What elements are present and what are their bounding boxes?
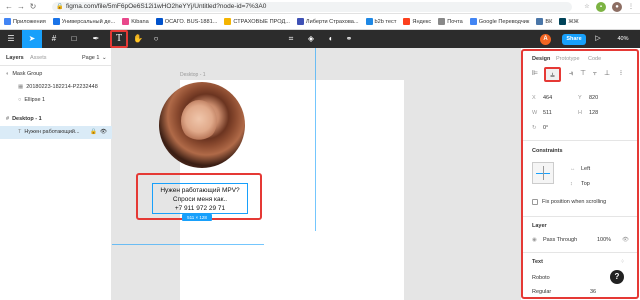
bookmark-item[interactable]: СТРАХОВЫЕ ПРОД... (224, 18, 290, 25)
layer-label: Desktop - 1 (12, 116, 42, 122)
tab-assets[interactable]: Assets (30, 54, 47, 62)
bookmark-item[interactable]: Либерти Страхова... (296, 18, 359, 25)
bookmarks-bar: Приложения Универсальный де... Kibana ОСАГО… (0, 14, 640, 30)
mask-icon: ◐ (6, 71, 10, 77)
zoom-level[interactable]: 40% (610, 30, 636, 48)
kibana-icon (122, 18, 130, 25)
bookmark-item[interactable]: Google Переводчик (469, 18, 530, 25)
share-button[interactable]: Share (562, 34, 586, 45)
lock-layer-icon[interactable]: 🔒 (90, 126, 97, 139)
site-icon (296, 18, 304, 25)
move-tool-icon[interactable]: ➤ (22, 30, 42, 48)
lock-icon: 🔒 (56, 4, 64, 10)
divider (0, 65, 112, 66)
image-icon: ▦ (18, 84, 24, 90)
figma-toolbar: ☰ ➤ # □ ✒ T ✋ ○ ⌗ ◈ ◐ ⚭ A Share ▷ 40% (0, 30, 640, 48)
bookmark-label: Либерти Страхова... (305, 18, 359, 25)
bookmark-label: b2b тест (374, 18, 397, 25)
text-line-3: +7 911 972 29 71 (174, 205, 226, 212)
guide-horizontal (112, 244, 264, 245)
hand-tool-icon[interactable]: ✋ (130, 30, 146, 48)
doc-icon (52, 18, 60, 25)
masked-photo[interactable] (159, 82, 245, 168)
back-arrow-icon[interactable]: ← (4, 2, 14, 12)
layer-label: 20180223-182214-P2232448 (26, 84, 98, 90)
site-icon (365, 18, 373, 25)
browser-address-bar: ← → ↻ figma.com/file/5mF6pOe6S12i1wHO2he… (0, 0, 640, 14)
present-play-icon[interactable]: ▷ (592, 30, 604, 48)
bookmark-label: ЖЖ (568, 18, 579, 25)
layer-label: Ellipse 1 (24, 97, 46, 103)
mail-icon (438, 18, 446, 25)
bookmark-item[interactable]: Приложения (4, 18, 46, 25)
apps-grid-icon (4, 18, 11, 25)
selected-text-layer[interactable]: Нужен работающий MPV? Спроси меня как.. … (152, 183, 248, 214)
text-tool-icon[interactable]: T (110, 30, 128, 48)
user-avatar[interactable]: A (540, 34, 551, 45)
chevron-down-icon[interactable]: ⌄ (102, 54, 107, 62)
translate-icon (469, 18, 477, 25)
bookmark-item[interactable]: Kibana (122, 18, 149, 25)
bookmark-label: Яндекс (412, 18, 432, 25)
main-menu-icon[interactable]: ☰ (2, 30, 20, 48)
visibility-eye-icon[interactable]: 👁 (100, 126, 107, 139)
layer-row[interactable]: ◐ Mask Group (0, 68, 112, 81)
photo-face (181, 100, 217, 142)
bookmark-label: ВК (545, 18, 553, 25)
bookmark-label: СТРАХОВЫЕ ПРОД... (233, 18, 290, 25)
lj-icon (559, 18, 567, 25)
reload-icon[interactable]: ↻ (28, 2, 38, 12)
guide-vertical (315, 48, 316, 231)
vk-icon (536, 18, 544, 25)
text-line-1: Нужен работающий MPV? (160, 187, 240, 194)
page-selector[interactable]: Page 1 (82, 54, 99, 62)
component-icon[interactable]: ⌗ (284, 30, 298, 48)
bookmark-label: Универсальный де... (61, 18, 116, 25)
bookmark-item[interactable]: Почта (438, 18, 463, 25)
size-badge: 511 × 128 (182, 214, 212, 221)
text-layer-icon: T (18, 129, 22, 135)
bookmark-label: Google Переводчик (478, 18, 530, 25)
yandex-icon (403, 18, 411, 25)
ellipse-icon: ○ (18, 97, 22, 103)
bookmark-label: Приложения (13, 18, 46, 25)
frame-icon: # (6, 116, 10, 122)
layer-row[interactable]: T Нужен работающий... 🔒 👁 (0, 126, 112, 139)
frame-label[interactable]: Desktop - 1 (180, 71, 206, 79)
frame-tool-icon[interactable]: # (46, 30, 62, 48)
doc-icon (224, 18, 232, 25)
layer-row[interactable]: # Desktop - 1 (0, 113, 112, 126)
bookmark-item[interactable]: ЖЖ (559, 18, 579, 25)
text-line-2: Спроси меня как.. (172, 196, 228, 203)
bookmark-item[interactable]: Универсальный де... (52, 18, 116, 25)
layer-label: Mask Group (12, 71, 43, 77)
url-field[interactable]: figma.com/file/5mF6pOe6S12i1wHO2heYYj/Un… (52, 2, 572, 12)
profile-avatar[interactable]: ● (612, 2, 622, 12)
link-icon[interactable]: ⚭ (342, 30, 356, 48)
bookmark-item[interactable]: Яндекс (403, 18, 431, 25)
menu-dots-icon[interactable]: ⋮ (626, 2, 636, 12)
bookmark-label: Почта (447, 18, 463, 25)
layers-panel: Layers Assets Page 1 ⌄ ◐ Mask Group ▦ 20180… (0, 48, 112, 300)
highlight-panel-box (521, 49, 639, 299)
bookmark-label: ОСАГО. BUS-1881... (164, 18, 218, 25)
layer-label: Нужен работающий... (24, 129, 80, 135)
mask-icon[interactable]: ◈ (304, 30, 318, 48)
bookmark-item[interactable]: ОСАГО. BUS-1881... (155, 18, 218, 25)
extension-icon[interactable]: ▪ (596, 2, 606, 12)
tab-layers[interactable]: Layers (6, 54, 24, 62)
layer-row[interactable]: ○ Ellipse 1 (0, 94, 112, 107)
bookmark-item[interactable]: b2b тест (365, 18, 397, 25)
bookmark-item[interactable]: ВК (536, 18, 552, 25)
comment-tool-icon[interactable]: ○ (148, 30, 164, 48)
forward-arrow-icon[interactable]: → (16, 2, 26, 12)
star-icon[interactable]: ☆ (582, 2, 592, 12)
boolean-icon[interactable]: ◐ (324, 30, 338, 48)
pen-tool-icon[interactable]: ✒ (88, 30, 104, 48)
bookmark-label: Kibana (131, 18, 149, 25)
shape-tool-icon[interactable]: □ (66, 30, 82, 48)
jira-icon (155, 18, 163, 25)
layer-row[interactable]: ▦ 20180223-182214-P2232448 (0, 81, 112, 94)
